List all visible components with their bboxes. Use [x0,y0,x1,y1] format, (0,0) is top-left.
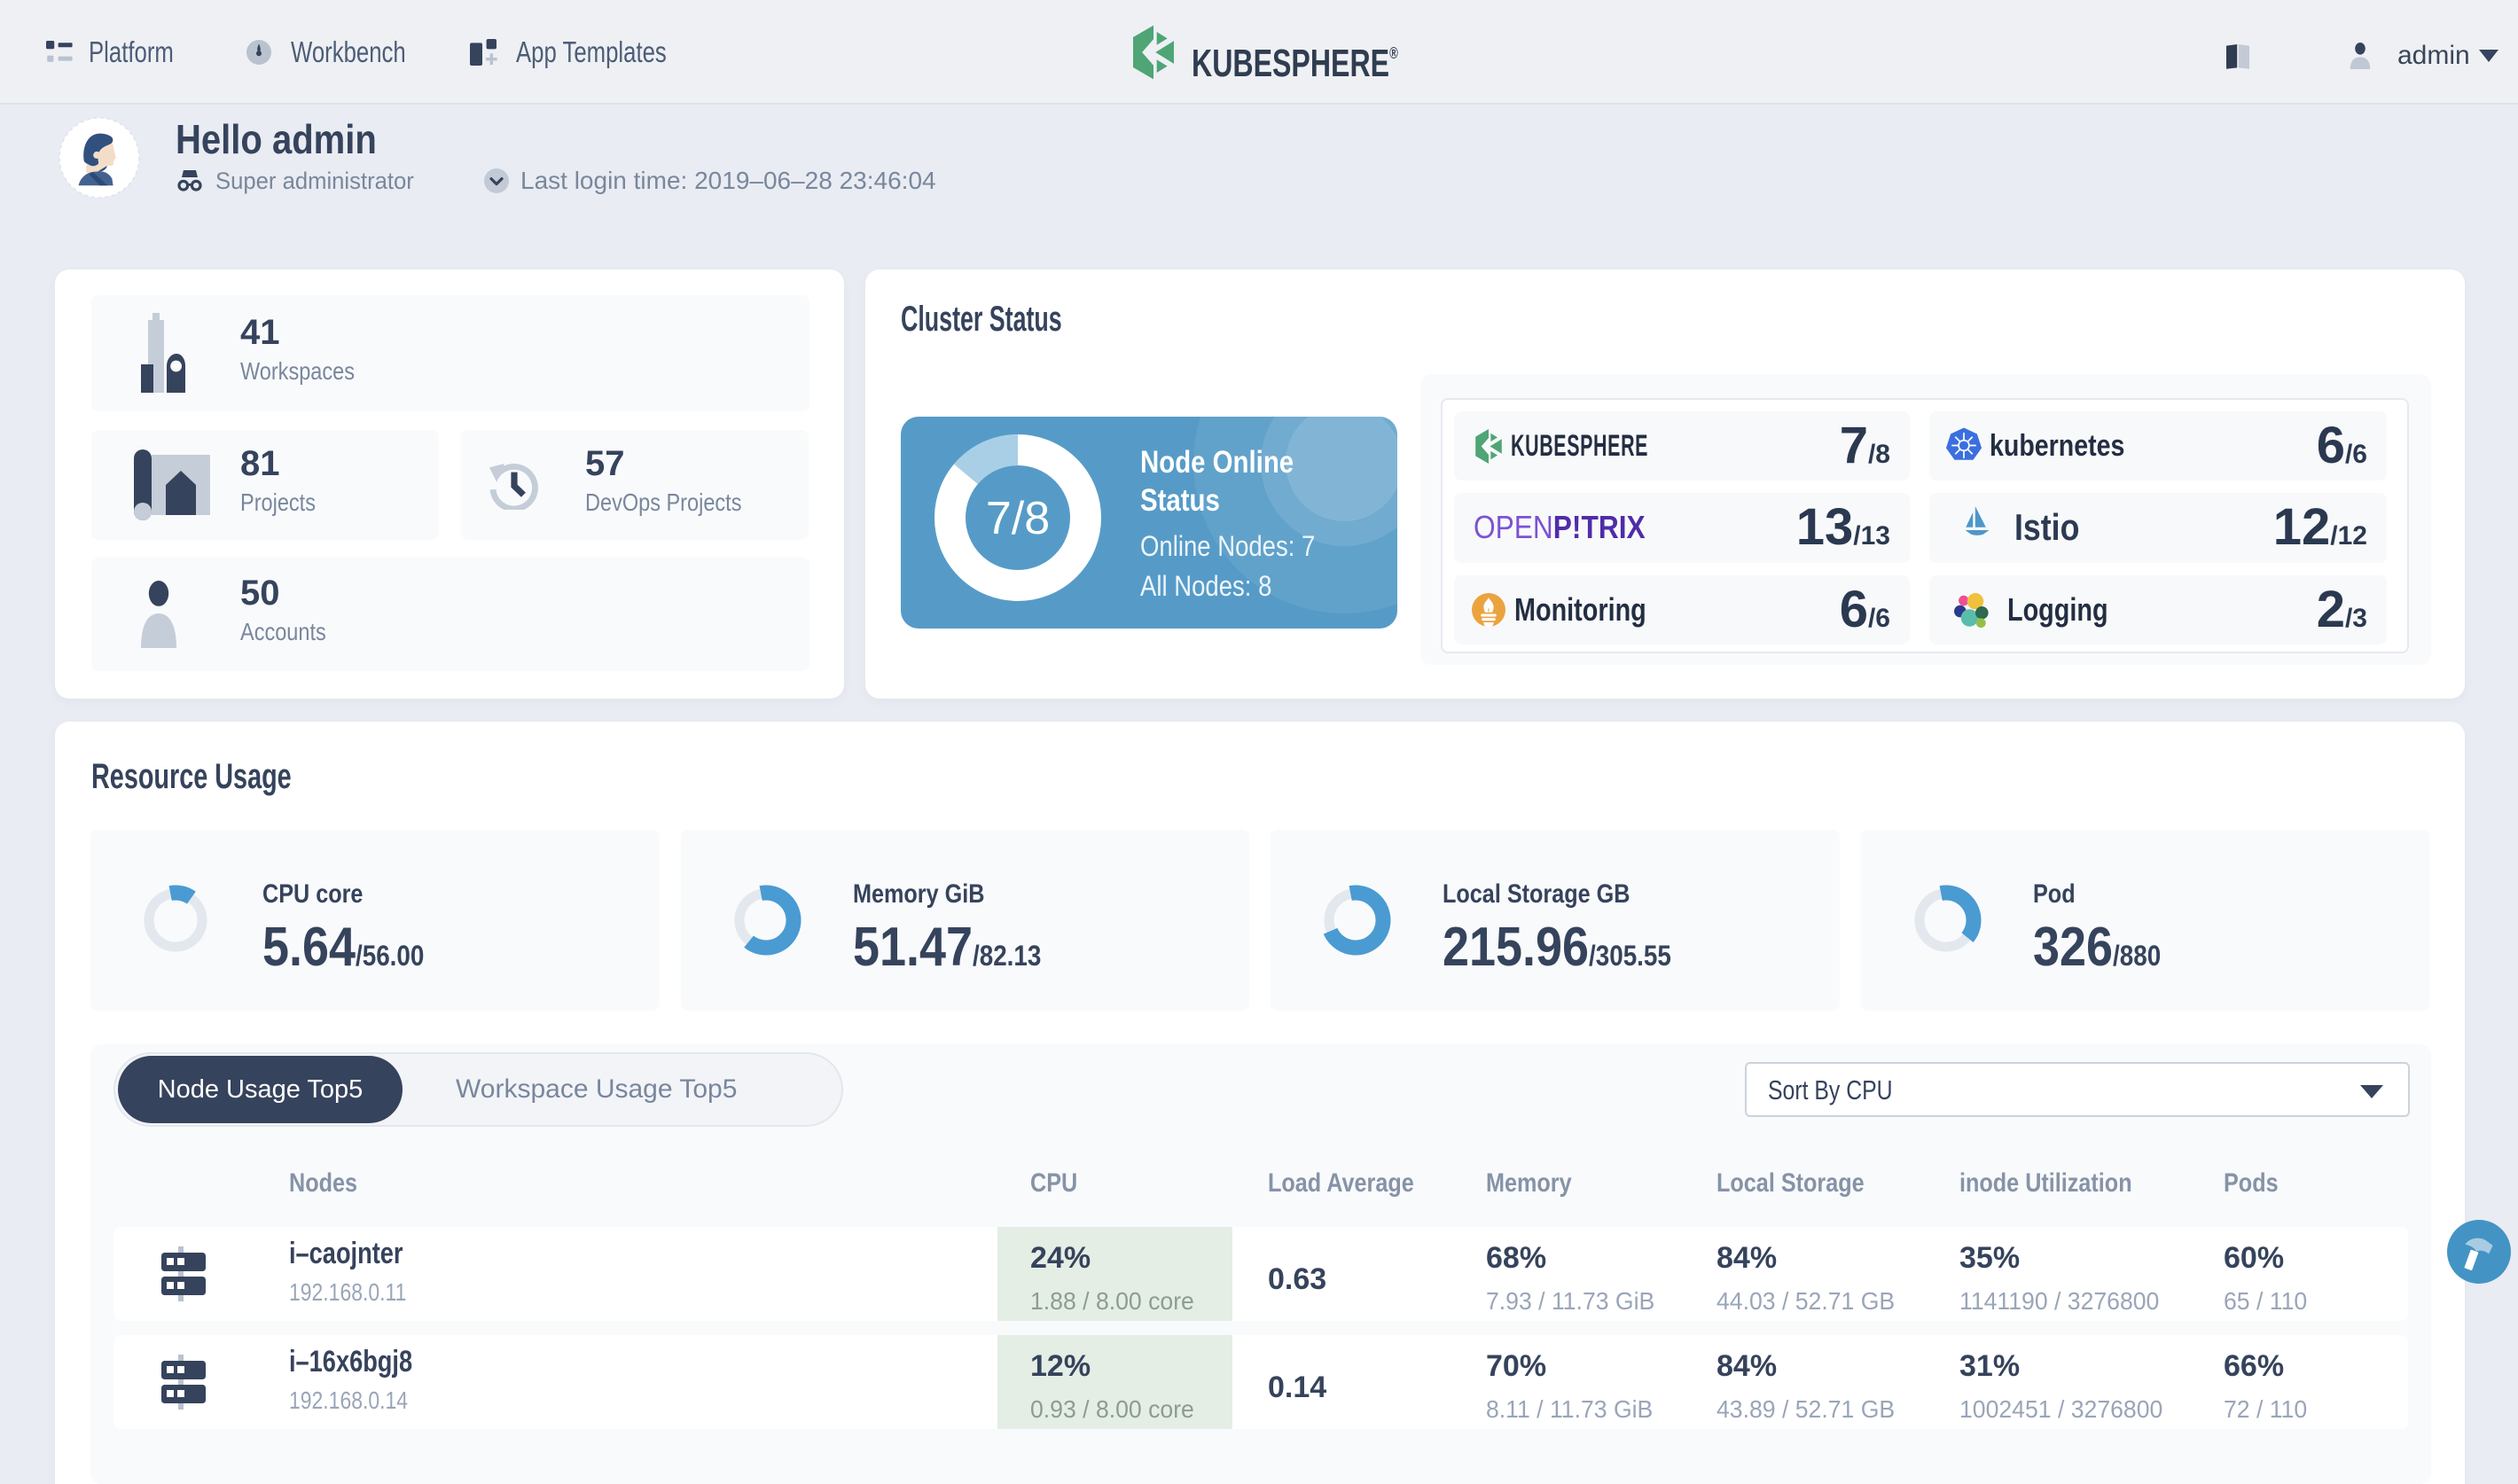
svg-text:7/8: 7/8 [986,493,1050,544]
